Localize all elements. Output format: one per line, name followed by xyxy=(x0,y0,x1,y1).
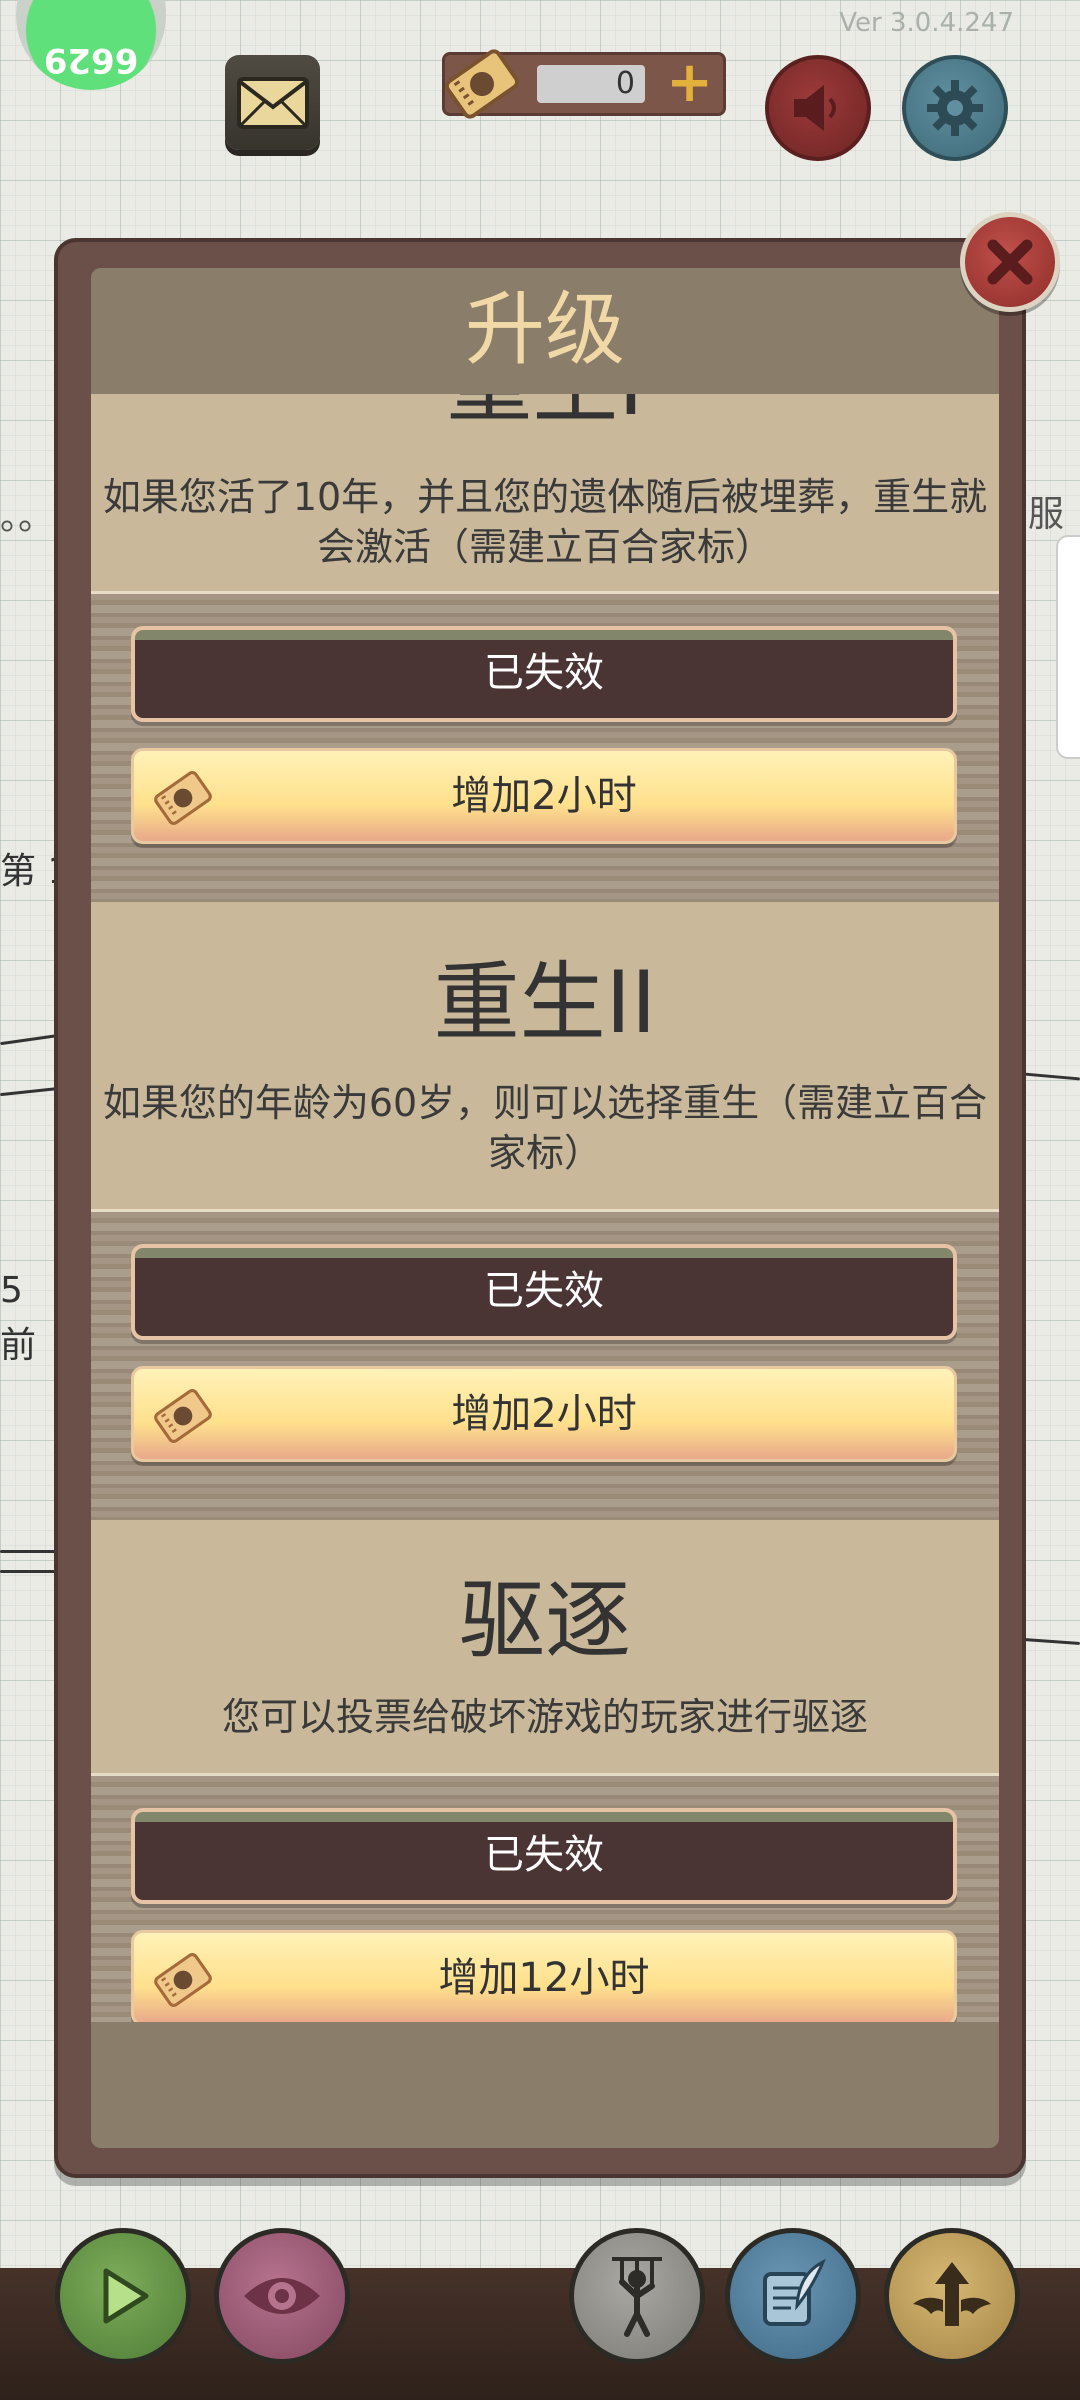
story-button[interactable] xyxy=(725,2228,861,2364)
player-avatar[interactable]: 6629 xyxy=(16,0,166,90)
add-time-button[interactable]: 增加2小时 xyxy=(131,1366,957,1462)
scroll-quill-icon xyxy=(763,2258,826,2326)
sound-button[interactable] xyxy=(765,55,871,161)
background-line xyxy=(0,1570,60,1573)
upgrade-description: 如果您活了10年，并且您的遗体随后被埋葬，重生就会激活（需建立百合家标） xyxy=(102,475,988,569)
settings-button[interactable] xyxy=(902,55,1008,161)
background-line xyxy=(1023,1072,1080,1081)
ticket-icon xyxy=(154,771,212,825)
ticket-icon xyxy=(154,1389,212,1443)
avatar-number: 6629 xyxy=(43,40,139,80)
close-button[interactable] xyxy=(960,212,1060,312)
upgrade-card-expel: 驱逐 您可以投票给破坏游戏的玩家进行驱逐 xyxy=(91,1520,999,1776)
mail-button[interactable] xyxy=(225,55,320,150)
upgrade-list[interactable]: 重生I 如果您活了10年，并且您的遗体随后被埋葬，重生就会激活（需建立百合家标）… xyxy=(91,394,999,2022)
upgrade-heading: 重生I xyxy=(91,394,999,439)
ticket-icon xyxy=(154,1953,212,2007)
add-time-button[interactable]: 增加12小时 xyxy=(131,1930,957,2022)
expired-button[interactable]: 已失效 xyxy=(131,1244,957,1340)
puppet-button[interactable] xyxy=(569,2228,705,2364)
puppet-icon xyxy=(612,2257,662,2337)
background-text: 。。 xyxy=(0,497,55,538)
background-text: 服 xyxy=(1028,494,1065,535)
winged-arrow-icon xyxy=(913,2262,991,2326)
background-text: 前 xyxy=(0,1325,37,1366)
upgrade-actions: 已失效 增加12小时 xyxy=(91,1776,999,2022)
upgrade-description: 如果您的年龄为60岁，则可以选择重生（需建立百合家标） xyxy=(102,1081,988,1175)
background-line xyxy=(1023,1638,1080,1645)
add-tickets-button[interactable]: + xyxy=(666,55,713,111)
background-line xyxy=(0,1033,60,1046)
upgrade-actions: 已失效 增加2小时 xyxy=(91,1212,999,1520)
background-line xyxy=(0,1086,60,1097)
upgrade-card-rebirth-2: 重生II 如果您的年龄为60岁，则可以选择重生（需建立百合家标） xyxy=(91,902,999,1212)
upgrade-actions: 已失效 增加2小时 xyxy=(91,594,999,902)
play-button[interactable] xyxy=(55,2228,191,2364)
close-x-icon xyxy=(987,239,1033,285)
watch-button[interactable] xyxy=(214,2228,350,2364)
side-drawer-tab[interactable] xyxy=(1056,535,1080,759)
add-time-label: 增加2小时 xyxy=(451,773,637,819)
add-time-label: 增加12小时 xyxy=(438,1955,650,2001)
ticket-counter: 0 + xyxy=(442,49,726,119)
dialog-footer xyxy=(91,2023,999,2148)
dialog-title: 升级 xyxy=(465,283,625,376)
version-label: Ver 3.0.4.247 xyxy=(839,8,1014,38)
upgrade-description: 您可以投票给破坏游戏的玩家进行驱逐 xyxy=(221,1695,868,1739)
upgrade-heading: 重生II xyxy=(433,953,657,1053)
eye-icon xyxy=(244,2278,320,2314)
background-line xyxy=(0,1550,60,1553)
expired-button[interactable]: 已失效 xyxy=(131,1808,957,1904)
ticket-icon xyxy=(444,49,520,119)
upgrade-heading: 驱逐 xyxy=(459,1571,631,1671)
upgrade-card-rebirth-1: 重生I 如果您活了10年，并且您的遗体随后被埋葬，重生就会激活（需建立百合家标） xyxy=(91,394,999,594)
expired-button[interactable]: 已失效 xyxy=(131,626,957,722)
play-icon xyxy=(103,2268,149,2324)
upgrade-dialog: 升级 重生I 如果您活了10年，并且您的遗体随后被埋葬，重生就会激活（需建立百合… xyxy=(91,268,999,2148)
speaker-icon xyxy=(794,85,836,131)
mail-icon xyxy=(236,76,309,129)
add-time-button[interactable]: 增加2小时 xyxy=(131,748,957,844)
add-time-label: 增加2小时 xyxy=(451,1391,637,1437)
background-text: 5 xyxy=(0,1270,23,1311)
dialog-header: 升级 xyxy=(91,268,999,394)
gear-icon xyxy=(927,80,983,136)
upgrade-button[interactable] xyxy=(884,2228,1020,2364)
ticket-count: 0 xyxy=(537,65,645,103)
